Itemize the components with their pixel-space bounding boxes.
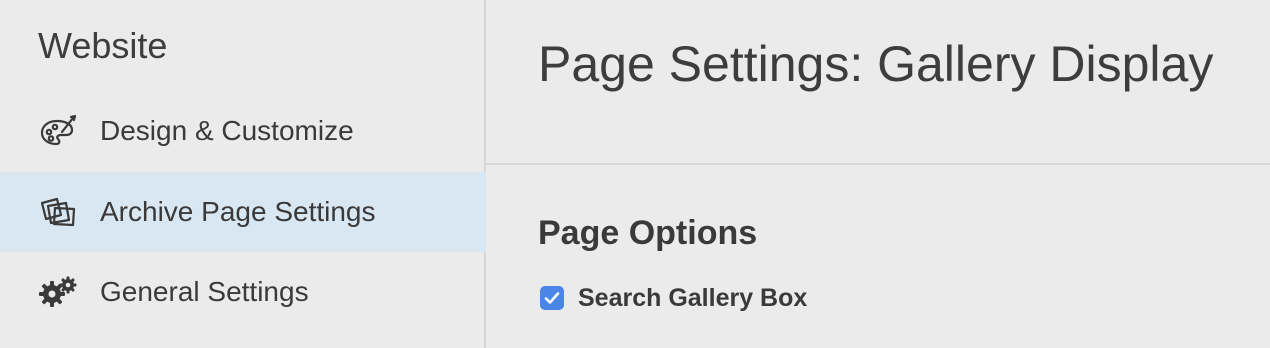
search-gallery-box-option[interactable]: Search Gallery Box bbox=[540, 284, 807, 312]
option-label: Search Gallery Box bbox=[578, 284, 808, 312]
search-gallery-box-checkbox[interactable] bbox=[540, 286, 564, 310]
palette-icon bbox=[38, 111, 78, 151]
sidebar-item-design-customize[interactable]: Design & Customize bbox=[0, 91, 486, 171]
sidebar-item-label: General Settings bbox=[100, 276, 309, 307]
sidebar-title: Website bbox=[38, 25, 168, 66]
app-window: Website Design & Customize Archive Page … bbox=[0, 0, 1270, 348]
main-content: Page Settings: Gallery Display Page Opti… bbox=[486, 0, 1270, 348]
gears-icon bbox=[38, 272, 78, 312]
sidebar-item-label: Design & Customize bbox=[100, 115, 354, 146]
header-divider bbox=[486, 163, 1270, 165]
sidebar-item-archive-page-settings[interactable]: Archive Page Settings bbox=[0, 172, 486, 252]
photos-icon bbox=[38, 192, 78, 232]
page-title: Page Settings: Gallery Display bbox=[538, 36, 1214, 92]
checkmark-icon bbox=[544, 292, 560, 304]
sidebar-item-general-settings[interactable]: General Settings bbox=[0, 252, 486, 332]
section-title: Page Options bbox=[538, 214, 758, 252]
sidebar-item-label: Archive Page Settings bbox=[100, 196, 376, 227]
sidebar: Website Design & Customize Archive Page … bbox=[0, 0, 486, 348]
